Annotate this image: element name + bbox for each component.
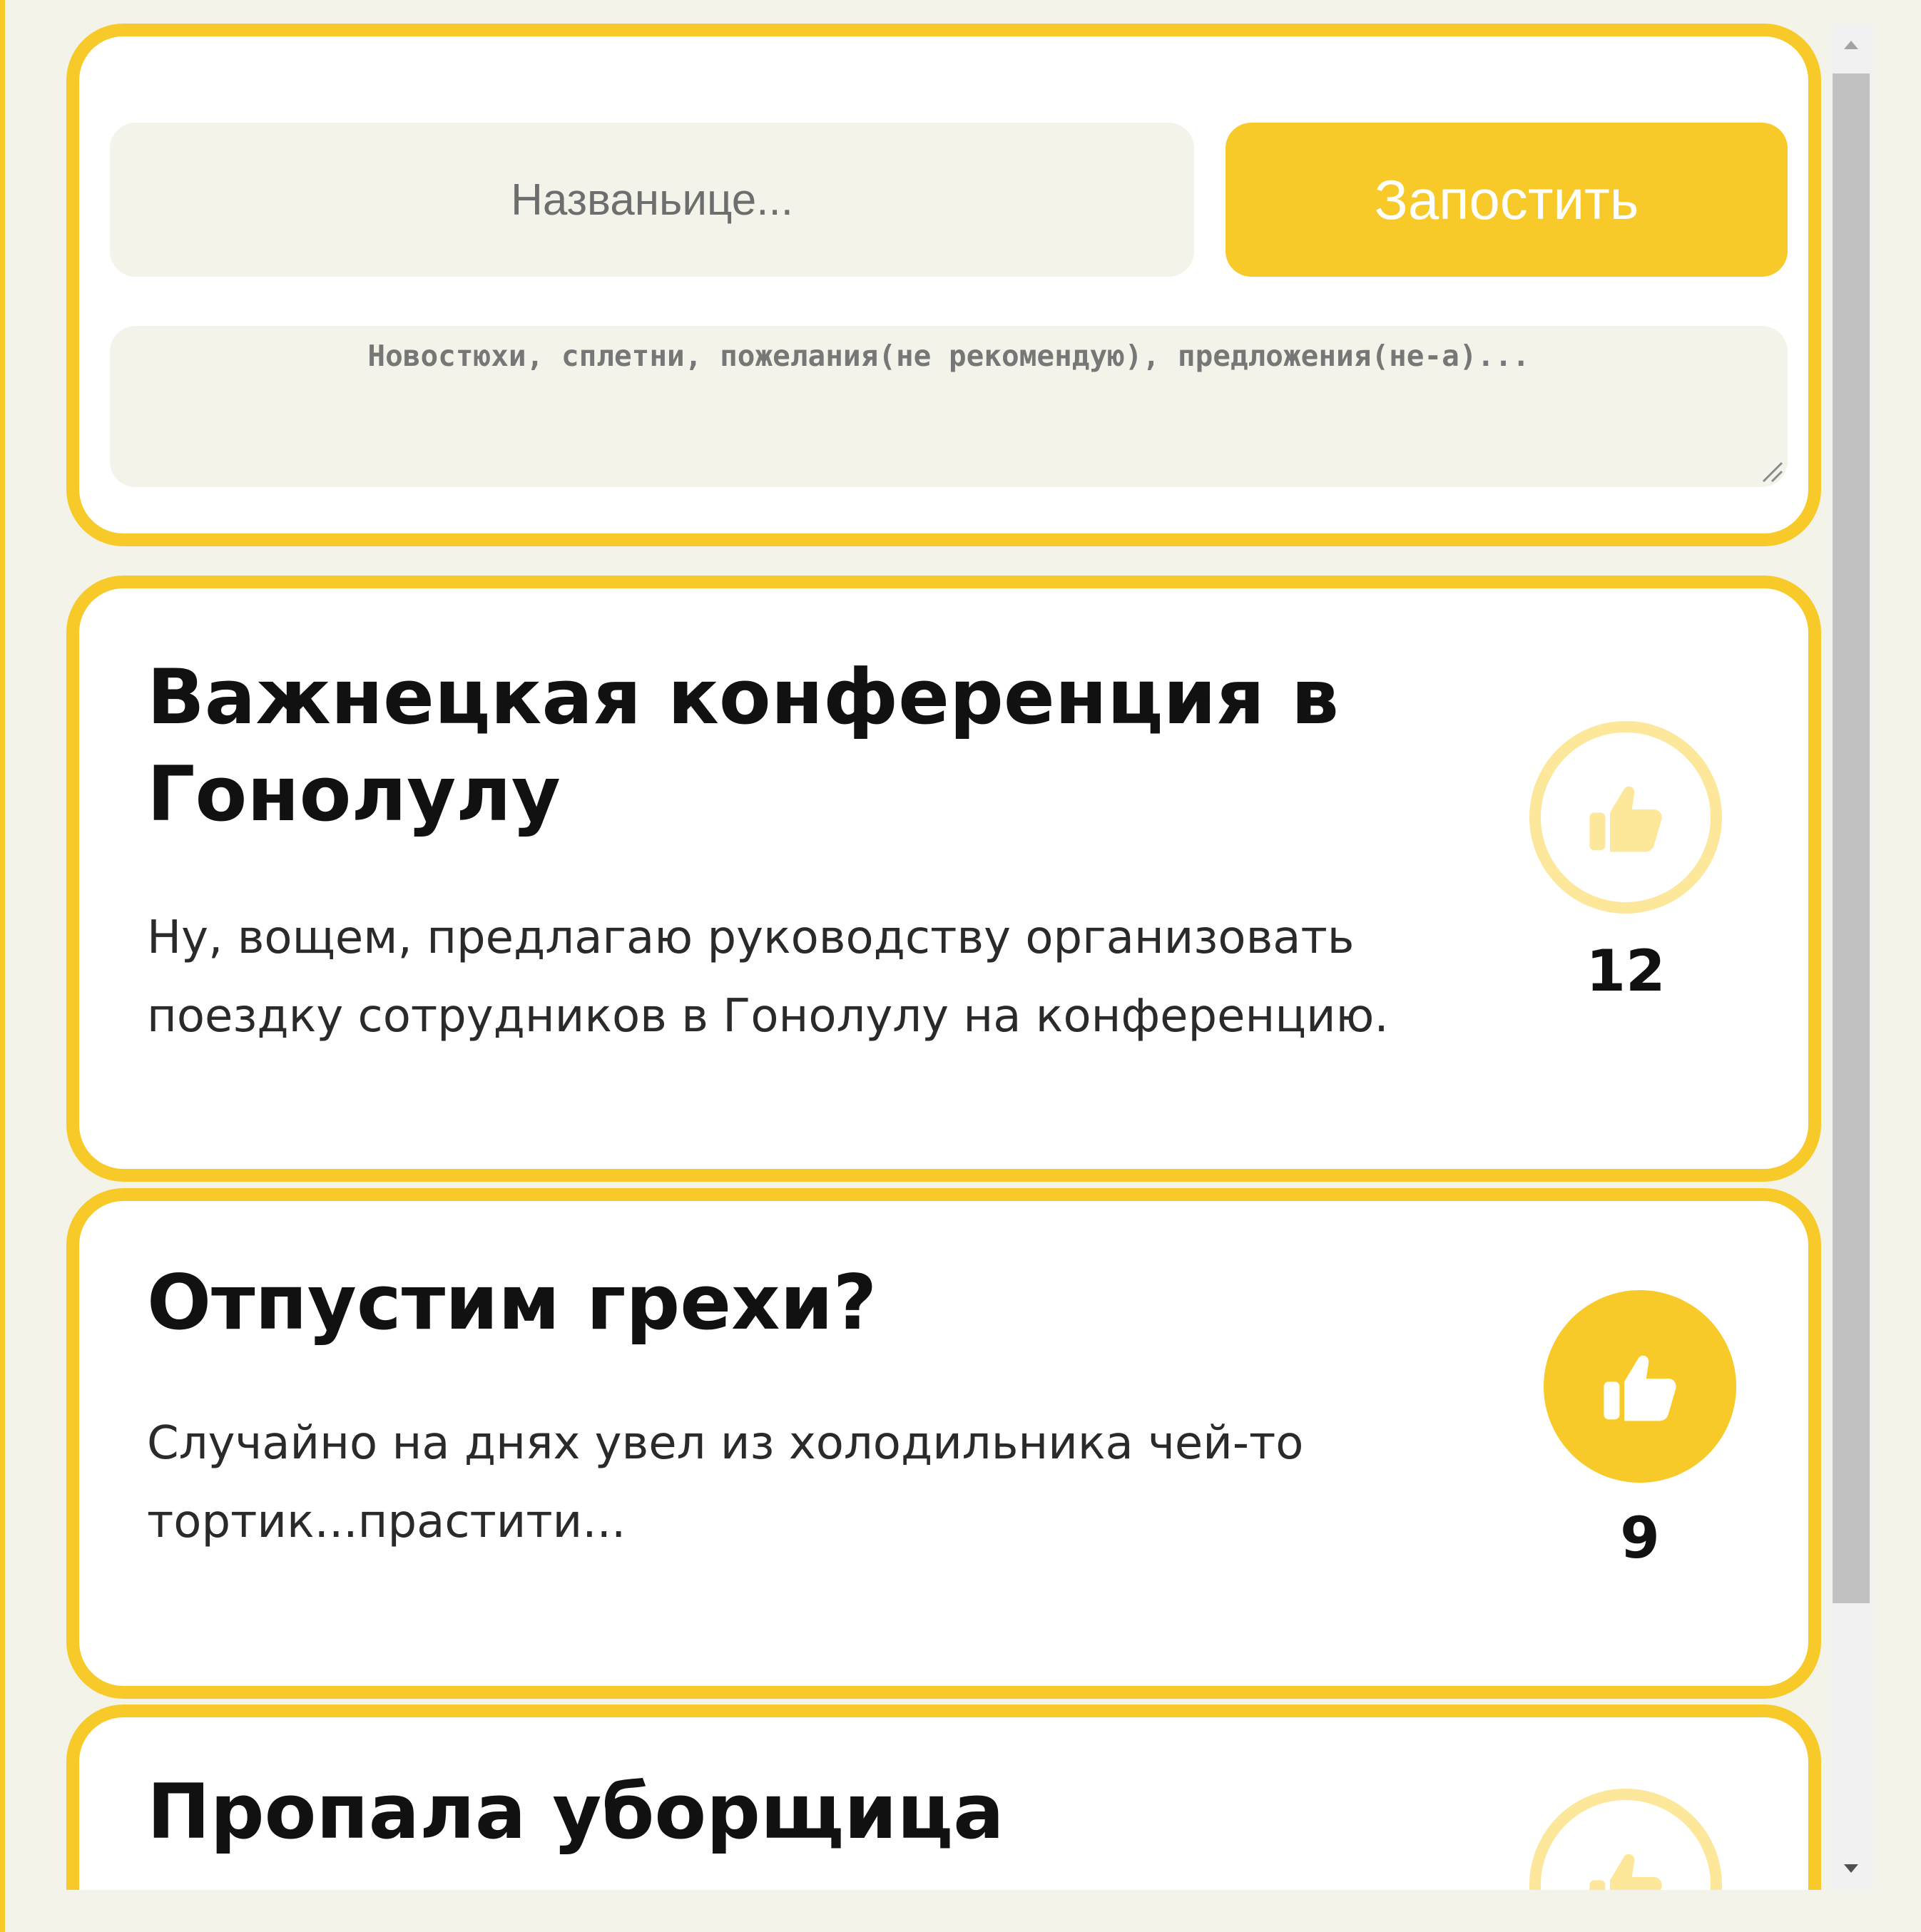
post-body: Случайно на днях увел из холодильника че…: [147, 1417, 1304, 1548]
like-button[interactable]: [1529, 1789, 1722, 1890]
post-card: Отпустим грехи? Случайно на днях увел из…: [66, 1188, 1821, 1699]
title-input[interactable]: Названьице...: [110, 123, 1194, 277]
post-card: Пропала уборщица: [66, 1704, 1821, 1890]
resize-grip-icon[interactable]: [1759, 459, 1783, 483]
feed-viewport: Названьице... Запостить Новостюхи, сплет…: [66, 24, 1878, 1890]
post-card: Важнецкая конференция в Гонолулу Ну, вощ…: [66, 576, 1821, 1182]
thumbs-up-icon: [1604, 1355, 1676, 1421]
vertical-scrollbar[interactable]: [1830, 24, 1872, 1890]
like-button[interactable]: [1544, 1290, 1736, 1483]
arrow-down-icon: [1844, 1864, 1858, 1873]
left-accent-border: [0, 0, 5, 1932]
scroll-up-button[interactable]: [1830, 24, 1872, 66]
post-title: Пропала уборщица: [147, 1768, 1004, 1856]
like-button[interactable]: [1529, 721, 1722, 914]
compose-card: Названьице... Запостить Новостюхи, сплет…: [66, 24, 1821, 546]
like-count: 9: [1620, 1505, 1660, 1571]
thumbs-up-icon: [1589, 1854, 1662, 1890]
scroll-down-button[interactable]: [1830, 1847, 1872, 1890]
arrow-up-icon: [1844, 41, 1858, 49]
body-textarea[interactable]: Новостюхи, сплетни, пожелания(не рекомен…: [110, 326, 1788, 487]
post-title: Отпустим грехи?: [147, 1259, 877, 1346]
post-button[interactable]: Запостить: [1226, 123, 1788, 277]
post-body: Ну, вощем, предлагаю руководству организ…: [147, 911, 1389, 1043]
like-count: 12: [1586, 938, 1666, 1004]
scroll-thumb[interactable]: [1833, 73, 1870, 1603]
thumbs-up-icon: [1589, 786, 1662, 852]
post-title: Важнецкая конференция в Гонолулу: [147, 653, 1339, 838]
body-placeholder: Новостюхи, сплетни, пожелания(не рекомен…: [367, 339, 1530, 373]
